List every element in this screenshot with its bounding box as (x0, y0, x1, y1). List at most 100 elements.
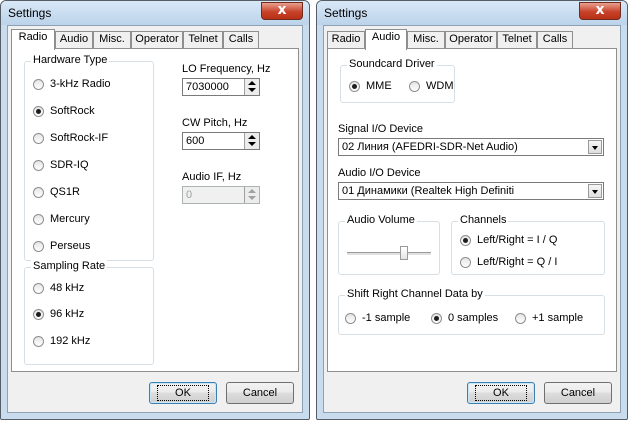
lo-frequency-spinner[interactable]: 7030000 (182, 78, 260, 96)
spin-down-icon[interactable] (248, 88, 256, 92)
tab-operator[interactable]: Operator (131, 31, 183, 48)
tab-radio[interactable]: Radio (327, 31, 365, 48)
spin-up-icon[interactable] (248, 135, 256, 139)
shift-channel-legend: Shift Right Channel Data by (345, 288, 485, 300)
close-button[interactable]: x (261, 2, 303, 20)
audio-device-value: 01 Динамики (Realtek High Definiti (342, 185, 515, 197)
signal-device-value: 02 Линия (AFEDRI-SDR-Net Audio) (342, 141, 518, 153)
audio-device-label: Audio I/O Device (338, 167, 421, 179)
channels-group: Channels Left/Right = I / Q Left/Right =… (451, 214, 605, 275)
radio-button-indicator (33, 106, 44, 117)
spinner-buttons[interactable] (244, 133, 259, 149)
spinner-buttons (244, 187, 259, 203)
title-bar[interactable]: Settings x (317, 1, 627, 25)
cancel-label: Cancel (560, 387, 596, 399)
tab-misc[interactable]: Misc. (93, 31, 131, 48)
cancel-label: Cancel (242, 387, 278, 399)
dialog-client: Radio Audio Misc. Operator Telnet Calls … (7, 25, 303, 413)
window-title: Settings (8, 6, 52, 20)
hardware-type-group: Hardware Type 3-kHz Radio SoftRock SoftR… (24, 54, 154, 261)
option-label: Left/Right = Q / I (477, 256, 558, 268)
close-button[interactable]: x (579, 2, 621, 20)
tab-operator[interactable]: Operator (445, 31, 497, 48)
spinner-buttons[interactable] (244, 79, 259, 95)
spin-down-icon[interactable] (248, 142, 256, 146)
option-label: SoftRock (50, 105, 95, 117)
cancel-button[interactable]: Cancel (226, 382, 294, 404)
radio-button-indicator (33, 133, 44, 144)
radio-button-indicator (33, 79, 44, 90)
option-label: 96 kHz (50, 308, 85, 320)
radio-button-indicator (460, 235, 471, 246)
tab-misc[interactable]: Misc. (407, 31, 445, 48)
tab-radio[interactable]: Radio (11, 29, 55, 50)
radio-button-indicator (33, 214, 44, 225)
option-label: SoftRock-IF (50, 132, 109, 144)
sampling-rate-group: Sampling Rate 48 kHz 96 kHz 192 kHz (24, 260, 154, 365)
channels-legend: Channels (458, 214, 509, 226)
radio-button-indicator (460, 257, 471, 268)
lo-frequency-value: 7030000 (186, 81, 229, 93)
radio-button-indicator (33, 336, 44, 347)
cancel-button[interactable]: Cancel (544, 382, 612, 404)
tab-audio[interactable]: Audio (55, 31, 93, 48)
radio-button-indicator (33, 309, 44, 320)
sampling-rate-legend: Sampling Rate (31, 260, 108, 272)
option-label: MME (366, 80, 392, 92)
tab-calls[interactable]: Calls (223, 31, 259, 48)
audio-tab-panel: Soundcard Driver MME WDM Signal I/O Devi… (327, 48, 617, 372)
ok-button[interactable]: OK (467, 382, 535, 404)
option-label: 192 kHz (50, 335, 91, 347)
tab-calls[interactable]: Calls (537, 31, 573, 48)
window-title: Settings (324, 6, 368, 20)
radio-button-indicator (409, 81, 420, 92)
ok-button[interactable]: OK (149, 382, 217, 404)
option-label: +1 sample (532, 312, 584, 324)
dialog-client: Radio Audio Misc. Operator Telnet Calls … (323, 25, 621, 413)
tab-telnet[interactable]: Telnet (497, 31, 537, 48)
volume-slider-thumb[interactable] (400, 246, 409, 260)
radio-button-indicator (33, 187, 44, 198)
volume-slider-track[interactable] (347, 252, 431, 256)
option-label: 0 samples (448, 312, 499, 324)
option-label: SDR-IQ (50, 159, 89, 171)
radio-button-indicator (349, 81, 360, 92)
dropdown-arrow-icon[interactable] (588, 140, 602, 154)
audio-volume-group: Audio Volume (338, 214, 440, 275)
radio-button-indicator (431, 313, 442, 324)
cw-pitch-label: CW Pitch, Hz (182, 117, 248, 129)
radio-button-indicator (33, 160, 44, 171)
shift-channel-group: Shift Right Channel Data by -1 sample 0 … (338, 288, 605, 335)
cw-pitch-value: 600 (186, 135, 205, 147)
dropdown-arrow-icon[interactable] (588, 184, 602, 198)
option-label: -1 sample (362, 312, 411, 324)
radio-tab-panel: Hardware Type 3-kHz Radio SoftRock SoftR… (11, 48, 299, 372)
signal-device-select[interactable]: 02 Линия (AFEDRI-SDR-Net Audio) (338, 138, 604, 156)
settings-dialog-radio: Settings x Radio Audio Misc. Operator Te… (0, 0, 310, 420)
radio-button-indicator (345, 313, 356, 324)
audio-if-label: Audio IF, Hz (182, 171, 242, 183)
soundcard-driver-legend: Soundcard Driver (347, 58, 437, 70)
soundcard-driver-group: Soundcard Driver MME WDM (340, 58, 455, 103)
title-bar[interactable]: Settings x (1, 1, 309, 25)
radio-button-indicator (33, 241, 44, 252)
hardware-type-legend: Hardware Type (31, 54, 110, 66)
audio-if-value: 0 (186, 189, 193, 201)
ok-label: OK (475, 385, 527, 401)
tab-telnet[interactable]: Telnet (183, 31, 223, 48)
option-label: 48 kHz (50, 282, 85, 294)
option-label: QS1R (50, 186, 80, 198)
option-label: Perseus (50, 240, 91, 252)
close-icon: x (277, 2, 287, 18)
audio-if-spinner: 0 (182, 186, 260, 204)
audio-device-select[interactable]: 01 Динамики (Realtek High Definiti (338, 182, 604, 200)
spin-up-icon[interactable] (248, 81, 256, 85)
option-label: WDM (426, 80, 454, 92)
tab-audio[interactable]: Audio (365, 29, 407, 50)
audio-volume-legend: Audio Volume (345, 214, 417, 226)
close-icon: x (595, 2, 605, 18)
radio-button-indicator (515, 313, 526, 324)
radio-button-indicator (33, 283, 44, 294)
lo-frequency-label: LO Frequency, Hz (182, 63, 271, 75)
cw-pitch-spinner[interactable]: 600 (182, 132, 260, 150)
